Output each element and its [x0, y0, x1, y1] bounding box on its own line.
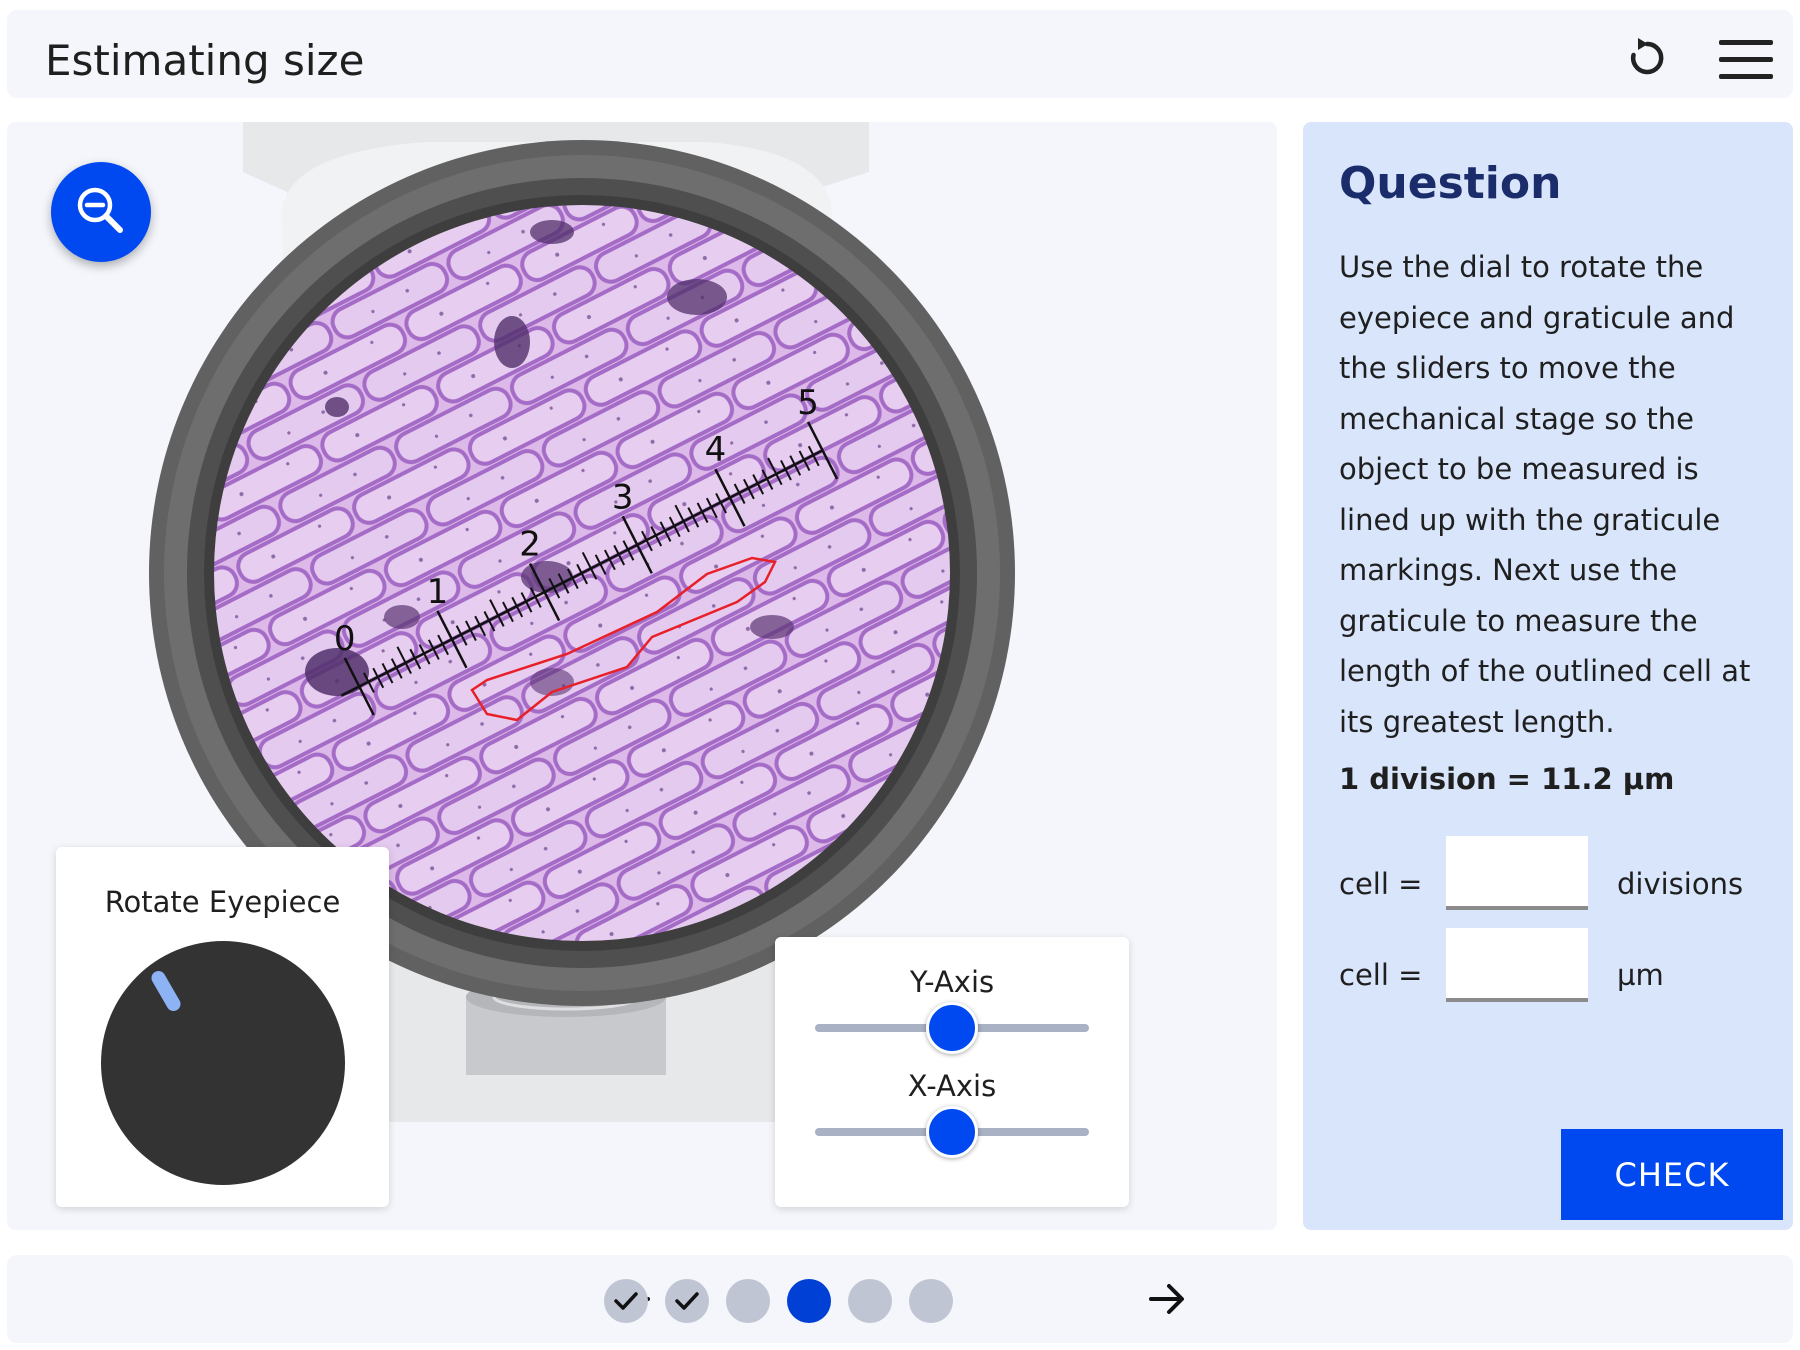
zoom-out-button[interactable] [51, 162, 151, 262]
step-dot-6[interactable] [909, 1279, 953, 1323]
arrow-right-icon [1149, 1284, 1184, 1314]
x-axis-label: X-Axis [907, 1069, 997, 1103]
rotate-eyepiece-dial[interactable] [101, 941, 345, 1185]
question-text: Use the dial to rotate the eyepiece and … [1339, 250, 1751, 739]
cell-micrometres-input[interactable] [1446, 928, 1588, 1002]
cell-divisions-input[interactable] [1446, 836, 1588, 910]
next-button[interactable] [1147, 1279, 1187, 1319]
menu-button[interactable] [1719, 40, 1773, 80]
top-bar: Estimating size [7, 10, 1793, 98]
question-heading: Question [1339, 158, 1562, 209]
zoom-out-icon [77, 187, 123, 233]
step-dot-3[interactable] [726, 1279, 770, 1323]
graticule-number: 1 [427, 572, 449, 612]
graticule-number: 2 [519, 525, 541, 565]
checkmark-icon [614, 1292, 638, 1310]
reset-icon [1630, 38, 1664, 75]
step-navigation [7, 1255, 1793, 1343]
y-axis-slider-thumb[interactable] [926, 1002, 978, 1054]
y-axis-label: Y-Axis [909, 965, 995, 999]
graticule-number: 5 [797, 383, 819, 423]
rotate-eyepiece-panel: Rotate Eyepiece [56, 847, 389, 1207]
cell-divisions-label: cell = [1339, 867, 1423, 901]
step-dot-2[interactable] [665, 1279, 709, 1323]
microscope-stage: 0 1 2 3 4 5 Rotate Eyepiece Y-Axis X-Axis [7, 122, 1277, 1230]
x-axis-slider-thumb[interactable] [926, 1106, 978, 1158]
divisions-unit: divisions [1617, 867, 1744, 901]
question-panel: Question Use the dial to rotate the eyep… [1303, 122, 1793, 1230]
step-dot-1[interactable] [604, 1279, 648, 1323]
dial-indicator [148, 968, 184, 1014]
micrometre-unit: µm [1617, 958, 1664, 992]
graticule-number: 4 [705, 430, 727, 470]
checkmark-icon [675, 1292, 699, 1310]
cell-micrometres-label: cell = [1339, 958, 1423, 992]
division-value: 1 division = 11.2 µm [1339, 762, 1675, 796]
check-button[interactable]: CHECK [1561, 1129, 1783, 1220]
page-title: Estimating size [45, 36, 365, 85]
step-dot-4[interactable] [787, 1279, 831, 1323]
reset-button[interactable] [1624, 35, 1670, 81]
stage-sliders-panel: Y-Axis X-Axis [775, 937, 1129, 1207]
hamburger-menu-icon [1719, 40, 1773, 45]
step-dot-5[interactable] [848, 1279, 892, 1323]
rotate-eyepiece-label: Rotate Eyepiece [104, 885, 341, 919]
graticule-number: 0 [334, 619, 356, 659]
graticule-number: 3 [612, 477, 634, 517]
